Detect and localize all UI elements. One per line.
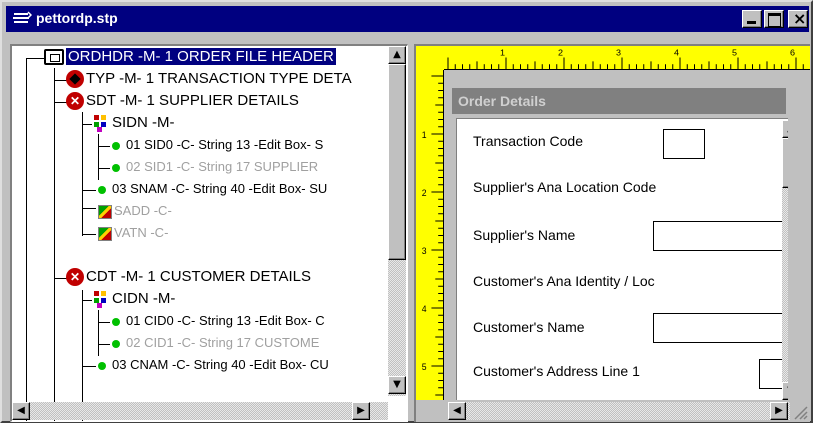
title-bar[interactable]: pettordp.stp ×	[6, 6, 809, 32]
ruler-label: 5	[732, 48, 737, 58]
form-horizontal-scrollbar[interactable]: ◀ ▶	[448, 402, 790, 420]
ruler-label: 2	[422, 188, 427, 198]
tree-node-sdt[interactable]: ✕ SDT -M- 1 SUPPLIER DETAILS	[66, 90, 299, 112]
tree-vertical-thumb[interactable]	[388, 64, 406, 260]
ruler-label: 3	[616, 48, 621, 58]
ruler-label: 2	[558, 48, 563, 58]
ruler-label: 1	[500, 48, 505, 58]
green-dot-icon	[98, 185, 106, 194]
form-vertical-thumb[interactable]	[782, 138, 788, 188]
tree-node-snam[interactable]: 03 SNAM -C- String 40 -Edit Box- SU	[98, 178, 327, 200]
tree-node-cnam[interactable]: 03 CNAM -C- String 40 -Edit Box- CU	[98, 354, 329, 376]
app-icon	[13, 11, 32, 23]
tree-node-sid1[interactable]: 02 SID1 -C- String 17 SUPPLIER	[112, 156, 318, 178]
structure-tree[interactable]: ORDHDR -M- 1 ORDER FILE HEADER TYP -M- 1…	[10, 44, 408, 422]
vertical-ruler: 1 2 3 4 5	[416, 70, 444, 400]
table-icon	[44, 49, 64, 66]
green-dot-icon	[98, 361, 106, 370]
green-dot-icon	[112, 163, 120, 172]
green-dot-icon	[112, 141, 120, 150]
scroll-right-button[interactable]: ▶	[352, 402, 370, 420]
red-x-icon: ✕	[66, 268, 84, 287]
field-label-customer-location: Customer's Ana Identity / Loc	[473, 273, 655, 289]
scroll-up-button[interactable]: ▲	[388, 46, 406, 64]
ruler-label: 5	[422, 362, 427, 372]
customer-name-input[interactable]	[653, 313, 788, 343]
field-label-customer-address: Customer's Address Line 1	[473, 363, 640, 379]
flag-icon	[98, 204, 112, 219]
form-body[interactable]: Transaction Code Supplier's Ana Location…	[456, 118, 788, 400]
form-scroll-down-button[interactable]: ▼	[782, 382, 788, 400]
tree-horizontal-scrollbar[interactable]: ◀ ▶	[12, 402, 388, 420]
red-x-icon: ✕	[66, 92, 84, 111]
field-label-transaction-code: Transaction Code	[473, 133, 583, 149]
ruler-label: 4	[422, 304, 427, 314]
form-preview[interactable]: Order Details Transaction Code Supplier'…	[448, 84, 788, 400]
tree-node-cdt[interactable]: ✕ CDT -M- 1 CUSTOMER DETAILS	[66, 266, 311, 288]
green-dot-icon	[112, 317, 120, 326]
tree-node-typ[interactable]: TYP -M- 1 TRANSACTION TYPE DETA	[66, 68, 352, 90]
field-label-supplier-name: Supplier's Name	[473, 227, 576, 243]
form-scroll-right-button[interactable]: ▶	[770, 402, 788, 420]
horizontal-ruler: 1 2 3 4 5 6	[444, 46, 810, 70]
tree-node-cidn[interactable]: CIDN -M-	[92, 288, 175, 310]
form-title: Order Details	[452, 88, 786, 114]
minimize-button[interactable]	[742, 10, 762, 28]
flag-icon	[98, 226, 112, 241]
tree-node-cid0[interactable]: 01 CID0 -C- String 13 -Edit Box- C	[112, 310, 325, 332]
ruler-corner	[416, 46, 444, 70]
maximize-button[interactable]	[764, 10, 784, 28]
close-button[interactable]: ×	[788, 9, 808, 28]
form-designer-pane[interactable]: 1 2 3 4 5 6 1 2 3 4 5 Order Details Transaction C…	[414, 44, 810, 422]
dots-icon	[92, 290, 110, 309]
ruler-label: 6	[790, 48, 795, 58]
ruler-label: 4	[674, 48, 679, 58]
tree-node-sid0[interactable]: 01 SID0 -C- String 13 -Edit Box- S	[112, 134, 323, 156]
tree-node-vatn[interactable]: VATN -C-	[98, 222, 168, 244]
ruler-label: 1	[422, 130, 427, 140]
field-label-supplier-location: Supplier's Ana Location Code	[473, 179, 657, 195]
form-scroll-left-button[interactable]: ◀	[448, 402, 466, 420]
green-dot-icon	[112, 339, 120, 348]
tree-node-sidn[interactable]: SIDN -M-	[92, 112, 175, 134]
supplier-name-input[interactable]	[653, 221, 788, 251]
close-icon: ×	[793, 9, 807, 28]
form-vertical-scrollbar[interactable]: ▲ ▼	[782, 120, 788, 400]
window-title: pettordp.stp	[36, 10, 118, 26]
tree-node-sadd[interactable]: SADD -C-	[98, 200, 172, 222]
resize-grip-icon[interactable]	[792, 404, 808, 420]
dots-icon	[92, 114, 110, 133]
ruler-label: 3	[422, 246, 427, 256]
scroll-left-button[interactable]: ◀	[12, 402, 30, 420]
scroll-down-button[interactable]: ▼	[388, 376, 406, 394]
form-scroll-up-button[interactable]: ▲	[782, 120, 788, 138]
field-label-customer-name: Customer's Name	[473, 319, 585, 335]
transaction-code-input[interactable]	[663, 129, 705, 159]
tree-node-cid1[interactable]: 02 CID1 -C- String 17 CUSTOME	[112, 332, 319, 354]
red-diamond-icon	[66, 70, 84, 89]
tree-vertical-scrollbar[interactable]: ▲ ▼	[388, 46, 406, 396]
app-window: pettordp.stp × ORDHDR -M- 1 ORDER FILE H…	[0, 0, 813, 423]
tree-node-ordhdr[interactable]: ORDHDR -M- 1 ORDER FILE HEADER	[44, 46, 337, 68]
